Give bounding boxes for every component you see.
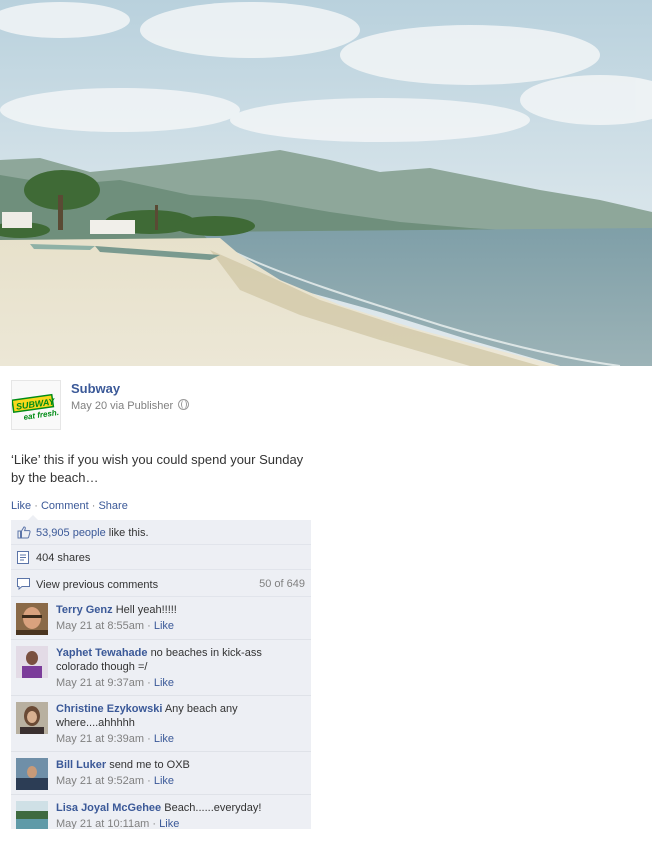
commenter-name[interactable]: Yaphet Tewahade — [56, 647, 148, 659]
comment-text: Beach......everyday! — [164, 802, 262, 814]
comment-body: Lisa Joyal McGehee Beach......everyday! … — [56, 801, 301, 829]
post-header: SUBWAY eat fresh. Subway May 20 via Publ… — [11, 379, 641, 433]
comment-time[interactable]: May 21 at 10:11am — [56, 818, 149, 829]
comment-meta: May 21 at 9:52am · Like — [56, 775, 175, 787]
action-separator: · — [34, 500, 38, 512]
comment-like-link[interactable]: Like — [154, 677, 174, 689]
post-actions: Like · Comment · Share — [11, 500, 128, 512]
comment-like-link[interactable]: Like — [159, 818, 179, 829]
comment-like-link[interactable]: Like — [154, 733, 174, 745]
comment-meta: May 21 at 10:11am · Like — [56, 818, 180, 829]
comment-item: Lisa Joyal McGehee Beach......everyday! … — [11, 795, 311, 829]
post-meta: May 20 via Publisher — [71, 399, 190, 412]
comment-link[interactable]: Comment — [41, 500, 89, 512]
commenter-name[interactable]: Bill Luker — [56, 759, 106, 771]
comment-item: Yaphet Tewahade no beaches in kick-ass c… — [11, 640, 311, 696]
shares-count[interactable]: 404 shares — [36, 552, 90, 564]
commenter-name[interactable]: Lisa Joyal McGehee — [56, 802, 161, 814]
likes-text: 53,905 people like this. — [36, 527, 149, 539]
page-name[interactable]: Subway — [71, 381, 120, 396]
comment-meta: May 21 at 8:55am · Like — [56, 620, 175, 632]
commenter-name[interactable]: Terry Genz — [56, 604, 113, 616]
comment-bubble-icon — [17, 578, 30, 590]
likes-row: 53,905 people like this. — [11, 520, 311, 545]
comment-time[interactable]: May 21 at 9:52am — [56, 775, 144, 787]
comment-pager: 50 of 649 — [259, 578, 305, 590]
avatar[interactable] — [16, 702, 48, 734]
comment-meta: May 21 at 9:39am · Like — [56, 733, 175, 745]
avatar[interactable] — [16, 801, 48, 829]
comment-meta: May 21 at 9:37am · Like — [56, 677, 175, 689]
likes-count[interactable]: 53,905 people — [36, 527, 106, 539]
share-link[interactable]: Share — [98, 500, 127, 512]
view-previous-row[interactable]: View previous comments 50 of 649 — [11, 570, 311, 597]
comment-like-link[interactable]: Like — [154, 775, 174, 787]
comment-time[interactable]: May 21 at 8:55am — [56, 620, 144, 632]
comment-like-link[interactable]: Like — [154, 620, 174, 632]
comment-body: Terry Genz Hell yeah!!!!! May 21 at 8:55… — [56, 603, 301, 633]
avatar[interactable] — [16, 646, 48, 678]
post-text: ‘Like’ this if you wish you could spend … — [11, 452, 304, 485]
comment-body: Christine Ezykowski Any beach any where.… — [56, 702, 301, 746]
comment-time[interactable]: May 21 at 9:39am — [56, 733, 144, 745]
avatar[interactable] — [16, 603, 48, 635]
beach-photo[interactable] — [0, 0, 652, 366]
subway-logo-icon: SUBWAY eat fresh. — [12, 381, 60, 429]
comment-time[interactable]: May 21 at 9:37am — [56, 677, 144, 689]
globe-icon — [178, 399, 190, 410]
subway-logo[interactable]: SUBWAY eat fresh. — [11, 380, 61, 430]
likes-suffix: like this. — [105, 527, 149, 539]
commenter-name[interactable]: Christine Ezykowski — [56, 703, 162, 715]
comment-text: send me to OXB — [109, 759, 190, 771]
view-previous-comments[interactable]: View previous comments — [36, 579, 158, 591]
comment-item: Terry Genz Hell yeah!!!!! May 21 at 8:55… — [11, 597, 311, 640]
post-via: via Publisher — [110, 400, 174, 412]
comment-body: Bill Luker send me to OXB May 21 at 9:52… — [56, 758, 301, 788]
comment-item: Christine Ezykowski Any beach any where.… — [11, 696, 311, 752]
shares-row[interactable]: 404 shares — [11, 545, 311, 570]
comment-body: Yaphet Tewahade no beaches in kick-ass c… — [56, 646, 301, 690]
comment-item: Bill Luker send me to OXB May 21 at 9:52… — [11, 752, 311, 795]
post-date[interactable]: May 20 — [71, 400, 107, 412]
feedback-box: 53,905 people like this. 404 shares View… — [11, 515, 311, 829]
like-link[interactable]: Like — [11, 500, 31, 512]
share-icon — [17, 551, 29, 564]
avatar[interactable] — [16, 758, 48, 790]
comment-text: Hell yeah!!!!! — [115, 604, 177, 616]
action-separator: · — [91, 500, 96, 512]
thumbs-up-icon — [17, 526, 31, 539]
